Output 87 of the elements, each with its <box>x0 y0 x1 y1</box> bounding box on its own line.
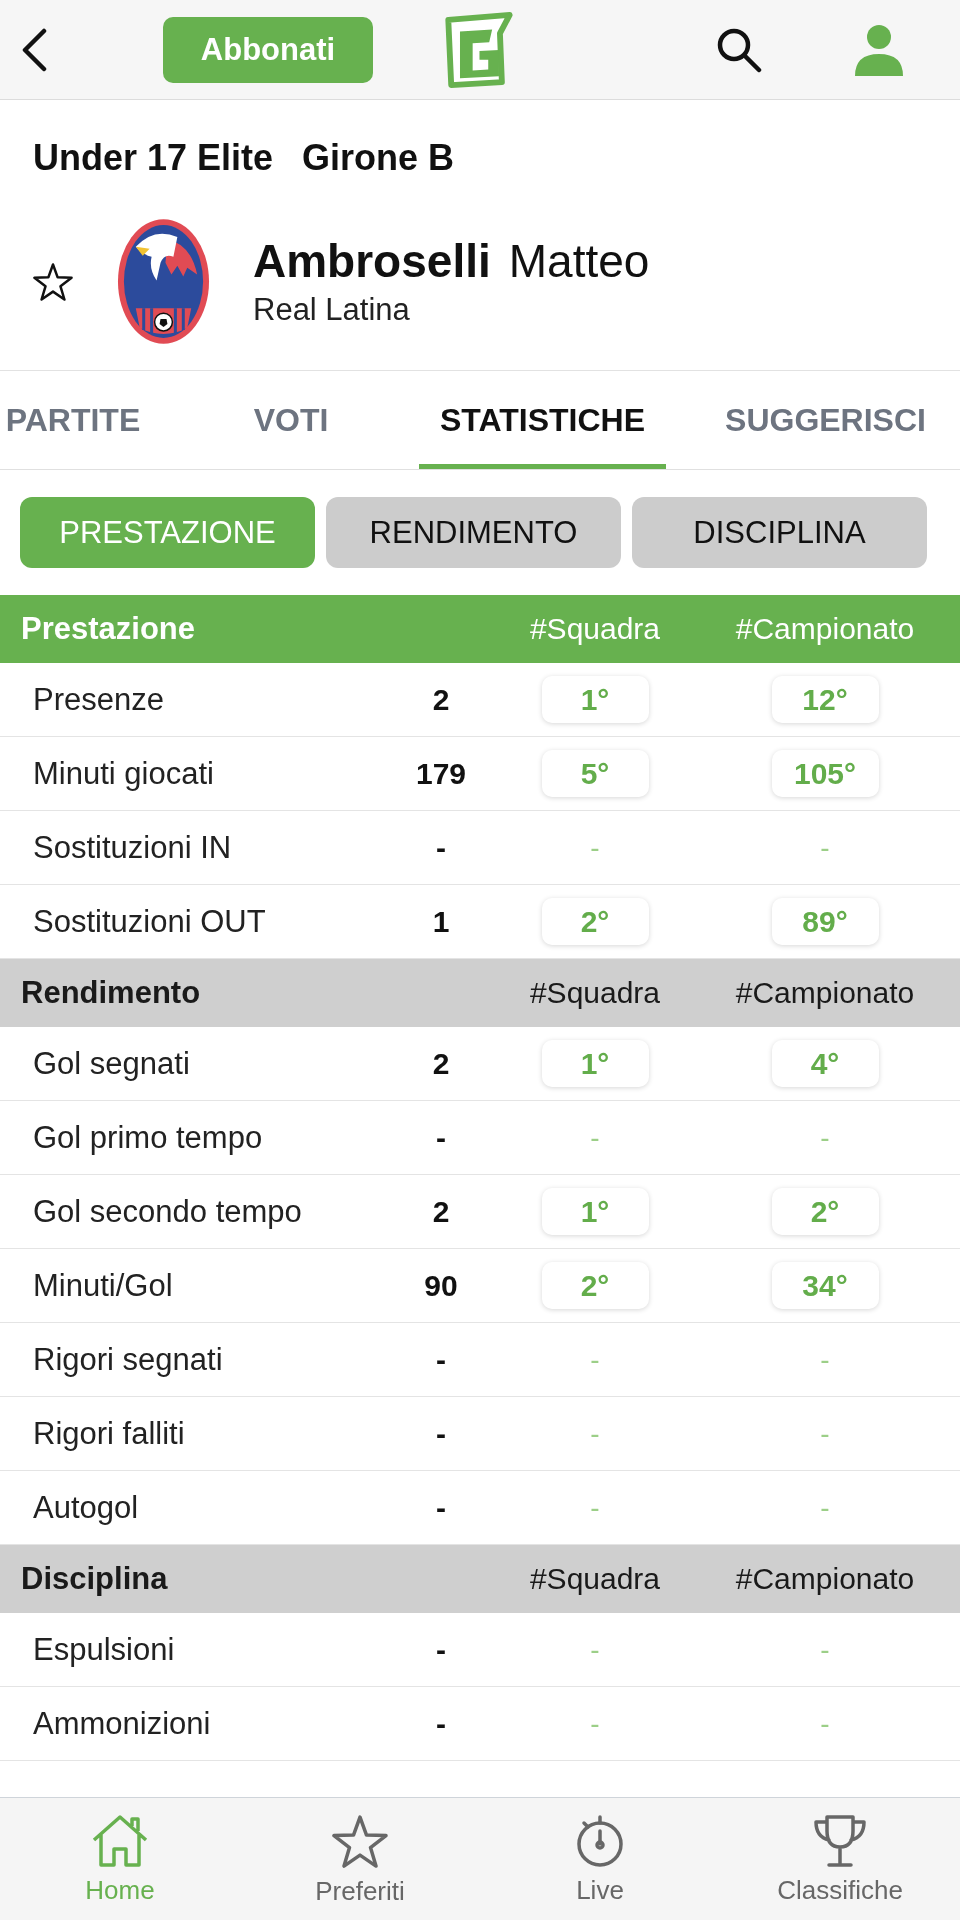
stat-value: 2 <box>432 1194 450 1229</box>
league-rank-badge: 4° <box>771 1040 879 1087</box>
stat-value: - <box>436 1416 446 1451</box>
team-rank-badge: 5° <box>541 750 649 797</box>
league-rank-badge: 34° <box>771 1262 879 1309</box>
player-surname: Ambroselli <box>253 234 491 287</box>
stat-label: Gol secondo tempo <box>33 1193 303 1230</box>
team-rank-dash: - <box>590 1121 600 1154</box>
section-title: Rendimento <box>21 975 202 1011</box>
team-rank-badge: 2° <box>541 1262 649 1309</box>
league-rank-badge: 105° <box>771 750 879 797</box>
stat-value: 2 <box>432 682 450 717</box>
stat-label: Minuti/Gol <box>33 1267 174 1304</box>
stat-label: Minuti giocati <box>33 755 215 792</box>
column-header: #Squadra <box>528 976 662 1010</box>
section-title: Disciplina <box>21 1561 169 1597</box>
stat-label: Espulsioni <box>33 1631 176 1668</box>
star-icon <box>332 1815 388 1869</box>
stat-value: - <box>436 1706 446 1741</box>
stat-value: - <box>436 1120 446 1155</box>
team-rank-dash: - <box>590 1491 600 1524</box>
league-rank-dash: - <box>820 1343 830 1376</box>
competition-name: Under 17 Elite <box>33 138 274 178</box>
team-rank-dash: - <box>590 1417 600 1450</box>
column-header: #Campionato <box>734 976 916 1010</box>
stat-label: Rigori segnati <box>33 1341 224 1378</box>
league-rank-dash: - <box>820 831 830 864</box>
team-rank-dash: - <box>590 1707 600 1740</box>
stat-value: - <box>436 1632 446 1667</box>
league-rank-dash: - <box>820 1633 830 1666</box>
nav-item[interactable]: Preferiti <box>240 1798 480 1920</box>
stat-label: Sostituzioni OUT <box>33 903 267 940</box>
tab[interactable]: VOTI <box>201 371 381 469</box>
stat-label: Sostituzioni IN <box>33 829 233 866</box>
home-icon <box>92 1815 148 1867</box>
app-logo-icon <box>443 11 514 88</box>
group-name: Girone B <box>302 138 455 178</box>
league-rank-dash: - <box>820 1121 830 1154</box>
column-header: #Squadra <box>528 1562 662 1596</box>
stat-value: 179 <box>415 756 467 791</box>
team-rank-dash: - <box>590 1343 600 1376</box>
league-rank-dash: - <box>820 1707 830 1740</box>
subscribe-button[interactable]: Abbonati <box>163 16 373 83</box>
league-rank-badge: 89° <box>771 898 879 945</box>
team-rank-badge: 1° <box>541 1040 649 1087</box>
nav-item[interactable]: Live <box>480 1798 720 1920</box>
stat-label: Gol segnati <box>33 1045 191 1082</box>
tab[interactable]: SUGGERISCI <box>704 371 947 469</box>
stat-value: 1 <box>432 904 450 939</box>
favorite-star-icon[interactable] <box>33 262 73 301</box>
stat-label: Autogol <box>33 1489 140 1526</box>
segment-button[interactable]: DISCIPLINA <box>632 497 927 568</box>
team-rank-badge: 2° <box>541 898 649 945</box>
tab[interactable]: STATISTICHE <box>419 371 667 469</box>
tab[interactable]: PARTITE <box>0 371 163 469</box>
stat-value: - <box>436 1490 446 1525</box>
search-icon <box>716 26 762 73</box>
stat-label: Gol primo tempo <box>33 1119 264 1156</box>
stat-value: - <box>436 830 446 865</box>
stat-value: - <box>436 1342 446 1377</box>
trophy-icon <box>813 1815 867 1867</box>
chevron-left-icon <box>21 27 47 72</box>
stat-value: 90 <box>424 1268 458 1303</box>
stat-label: Ammonizioni <box>33 1705 212 1742</box>
team-rank-badge: 1° <box>541 1188 649 1235</box>
team-rank-dash: - <box>590 831 600 864</box>
league-rank-dash: - <box>820 1491 830 1524</box>
stat-label: Rigori falliti <box>33 1415 186 1452</box>
player-first-name: Matteo <box>508 234 650 287</box>
team-crest-icon <box>116 217 211 346</box>
league-rank-badge: 12° <box>771 676 879 723</box>
league-rank-badge: 2° <box>771 1188 879 1235</box>
segment-button[interactable]: RENDIMENTO <box>326 497 621 568</box>
column-header: #Squadra <box>528 612 662 646</box>
team-rank-dash: - <box>590 1633 600 1666</box>
team-name: Real Latina <box>253 290 411 329</box>
column-header: #Campionato <box>734 612 916 646</box>
stat-value: 2 <box>432 1046 450 1081</box>
team-rank-badge: 1° <box>541 676 649 723</box>
nav-item[interactable]: Classifiche <box>720 1798 960 1920</box>
stat-label: Presenze <box>33 681 165 718</box>
stopwatch-icon <box>576 1815 624 1867</box>
segment-button[interactable]: PRESTAZIONE <box>20 497 315 568</box>
section-title: Prestazione <box>21 611 196 647</box>
league-rank-dash: - <box>820 1417 830 1450</box>
user-icon <box>854 23 904 76</box>
column-header: #Campionato <box>734 1562 916 1596</box>
